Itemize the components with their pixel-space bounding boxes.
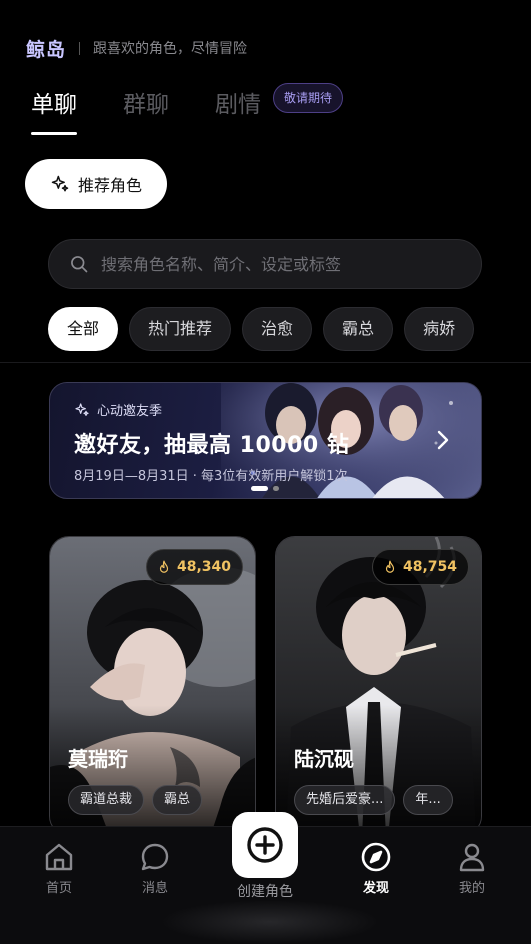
pagination-dot[interactable] [251, 486, 268, 491]
pagination-dot[interactable] [273, 486, 279, 491]
popularity-badge: 48,340 [145, 549, 243, 585]
header-divider [79, 41, 81, 55]
character-tags: 霸道总裁 霸总 [68, 785, 203, 815]
app-header: 鲸岛 跟喜欢的角色，尽情冒险 [26, 36, 248, 61]
nav-profile[interactable]: 我的 [432, 841, 512, 896]
character-tag[interactable]: 先婚后爱豪... [294, 785, 396, 815]
popularity-count: 48,340 [176, 559, 231, 575]
character-tag[interactable]: 霸总 [152, 785, 203, 815]
recommend-roles-label: 推荐角色 [77, 176, 142, 195]
banner-title: 邀好友，抽最高 10000 钻 [74, 433, 350, 458]
create-role-button[interactable] [232, 812, 298, 878]
category-chips: 全部 热门推荐 治愈 霸总 病娇 [48, 307, 482, 351]
chip-all[interactable]: 全部 [48, 307, 119, 351]
banner-kicker-label: 心动邀友季 [97, 404, 163, 419]
character-name: 陆沉砚 [294, 747, 354, 771]
create-role-label: 创建角色 [237, 884, 293, 900]
sparkle-icon [51, 175, 69, 192]
character-card[interactable]: 48,340 莫瑞珩 霸道总裁 霸总 [49, 536, 256, 836]
banner-pagination [251, 486, 279, 491]
chevron-right-icon [437, 430, 449, 450]
nav-discover-label: 发现 [362, 881, 389, 896]
chip-hot[interactable]: 热门推荐 [129, 307, 232, 351]
sparkle-icon [75, 402, 89, 416]
recommend-roles-button[interactable]: 推荐角色 [25, 159, 167, 209]
app-tagline: 跟喜欢的角色，尽情冒险 [93, 41, 248, 57]
character-tag[interactable]: 年... [403, 785, 453, 815]
user-icon [459, 843, 485, 872]
compass-icon [361, 842, 391, 872]
nav-messages[interactable]: 消息 [115, 841, 195, 896]
flame-icon [385, 560, 395, 573]
flame-icon [159, 560, 169, 573]
plus-circle-icon [247, 827, 283, 863]
nav-messages-label: 消息 [141, 881, 168, 896]
home-icon [45, 843, 73, 871]
mode-tabs: 单聊 群聊 剧情 [31, 88, 307, 135]
nav-profile-label: 我的 [458, 881, 485, 896]
section-divider [0, 362, 531, 363]
coming-soon-badge: 敬请期待 [273, 83, 344, 113]
nav-home[interactable]: 首页 [19, 841, 99, 896]
chip-yandere[interactable]: 病娇 [404, 307, 475, 351]
home-indicator [160, 900, 380, 944]
app-logo: 鲸岛 [26, 38, 67, 61]
chip-healing[interactable]: 治愈 [242, 307, 313, 351]
character-name: 莫瑞珩 [68, 747, 128, 771]
character-tags: 先婚后爱豪... 年... [294, 785, 453, 815]
tab-story[interactable]: 剧情 [215, 88, 261, 122]
search-icon [71, 256, 88, 273]
popularity-count: 48,754 [402, 559, 457, 575]
tab-single-chat[interactable]: 单聊 [31, 88, 77, 135]
search-bar[interactable] [48, 239, 482, 289]
promo-banner[interactable]: 心动邀友季 邀好友，抽最高 10000 钻 8月19日—8月31日 · 每3位有… [49, 382, 482, 499]
popularity-badge: 48,754 [371, 549, 469, 585]
nav-discover[interactable]: 发现 [336, 841, 416, 896]
search-input[interactable] [101, 254, 441, 274]
banner-subtitle: 8月19日—8月31日 · 每3位有效新用户解锁1次 [74, 469, 348, 484]
character-card[interactable]: 48,754 陆沉砚 先婚后爱豪... 年... [275, 536, 482, 836]
tab-group-chat[interactable]: 群聊 [123, 88, 169, 122]
nav-home-label: 首页 [45, 881, 72, 896]
chat-bubble-icon [141, 843, 169, 871]
banner-kicker: 心动邀友季 [74, 400, 162, 419]
chip-ceo[interactable]: 霸总 [323, 307, 394, 351]
character-tag[interactable]: 霸道总裁 [68, 785, 145, 815]
